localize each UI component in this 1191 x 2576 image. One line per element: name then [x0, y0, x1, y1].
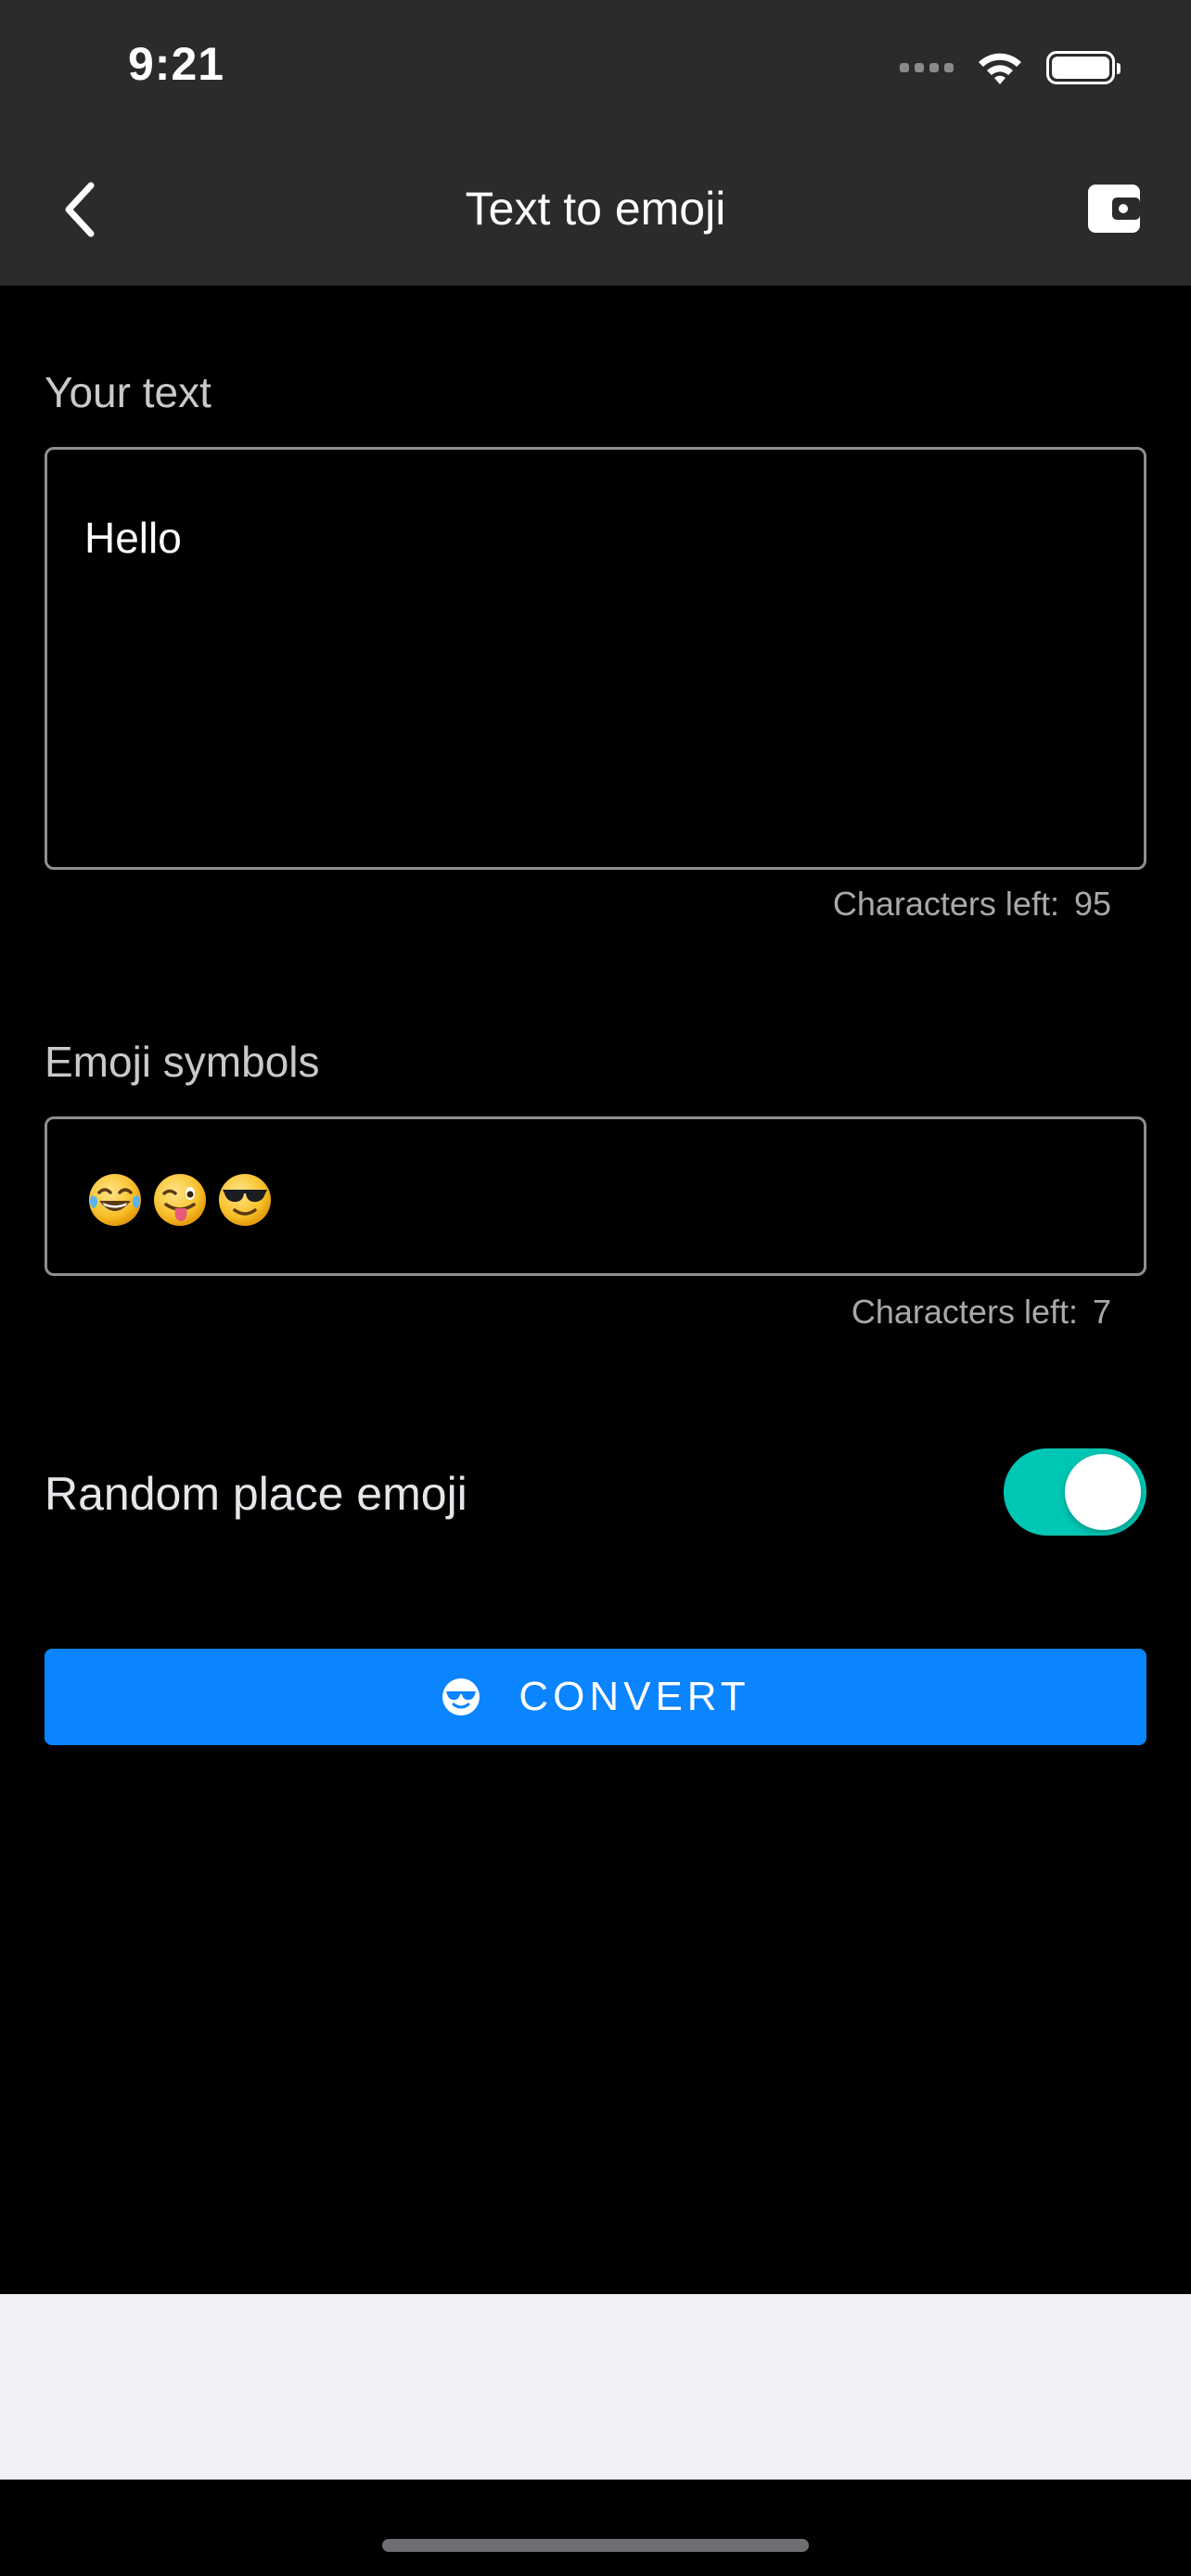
text-input-value: Hello [84, 514, 182, 562]
status-icons [900, 45, 1121, 91]
emoji-counter-value: 7 [1092, 1293, 1111, 1331]
text-counter-label: Characters left: [832, 885, 1059, 923]
toggle-knob [1065, 1454, 1141, 1530]
your-text-label: Your text [45, 368, 211, 416]
emoji-symbols-label: Emoji symbols [45, 1038, 320, 1086]
text-counter-value: 95 [1073, 885, 1111, 923]
status-time: 9:21 [128, 38, 225, 90]
bottom-panel [0, 2294, 1191, 2480]
battery-icon [1046, 51, 1121, 84]
text-characters-left: Characters left: 95 [833, 885, 1111, 924]
random-place-toggle[interactable] [1004, 1448, 1146, 1536]
wallet-icon [1088, 185, 1140, 233]
wallet-button[interactable] [1082, 176, 1146, 241]
signal-icon [900, 63, 954, 72]
sunglasses-emoji [219, 1174, 271, 1226]
top-bar: 9:21 Text to emoji [0, 0, 1191, 286]
cool-face-icon [442, 1678, 480, 1715]
tears-of-joy-emoji [89, 1174, 141, 1226]
text-input-area[interactable]: Hello [45, 447, 1146, 870]
winking-tongue-emoji [154, 1174, 206, 1226]
page-title: Text to emoji [465, 183, 726, 235]
emoji-input[interactable] [45, 1116, 1146, 1276]
convert-button-label: CONVERT [519, 1674, 750, 1719]
random-place-label: Random place emoji [45, 1468, 467, 1520]
emoji-counter-label: Characters left: [851, 1293, 1078, 1331]
emoji-characters-left: Characters left: 7 [852, 1293, 1111, 1332]
convert-button[interactable]: CONVERT [45, 1649, 1146, 1745]
emoji-list [86, 1171, 274, 1229]
home-indicator[interactable] [382, 2539, 809, 2552]
wifi-icon [979, 53, 1021, 84]
